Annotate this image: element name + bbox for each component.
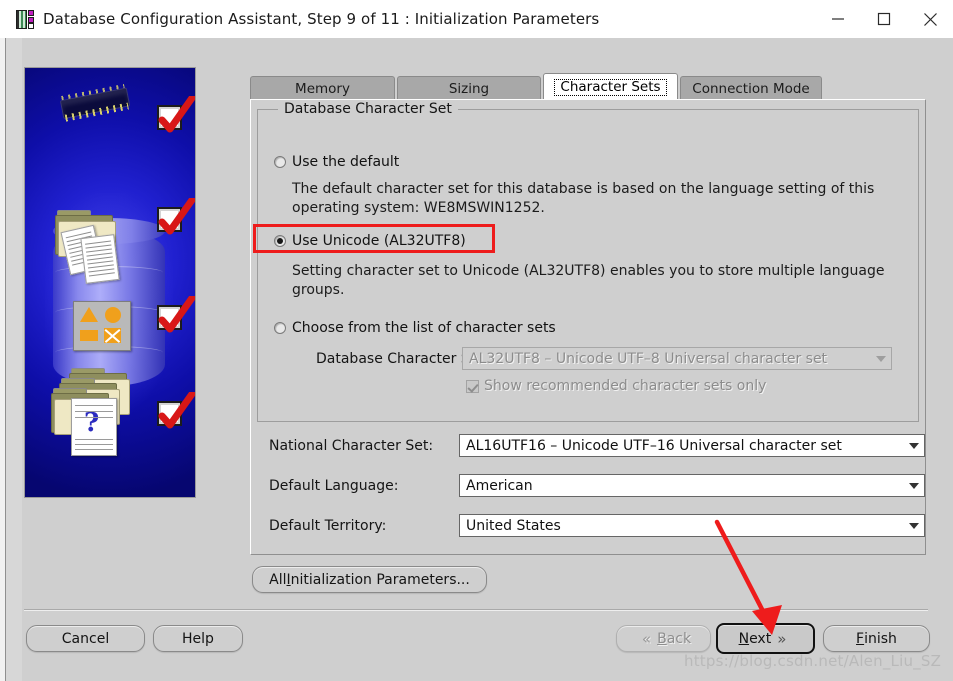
button-label: Cancel: [61, 630, 110, 647]
combo-value: AL32UTF8 – Unicode UTF–8 Universal chara…: [469, 350, 828, 367]
database-app-icon: [16, 9, 34, 29]
radio-label: Choose from the list of character sets: [292, 320, 556, 336]
description-line: groups.: [292, 282, 345, 298]
default-territory-row: Default Territory: United States: [269, 514, 925, 537]
all-initialization-parameters-button[interactable]: All Initialization Parameters...: [252, 566, 487, 593]
database-character-set-label: Database Character Set:: [316, 350, 489, 367]
chevron-down-icon: [909, 442, 919, 449]
tab-label: Character Sets: [554, 78, 667, 96]
radio-label: Use Unicode (AL32UTF8): [292, 233, 466, 249]
default-language-label: Default Language:: [269, 477, 399, 494]
radio-indicator: [274, 322, 286, 334]
tab-connection-mode[interactable]: Connection Mode: [680, 76, 822, 100]
step-complete-checkmark-icon: [157, 96, 195, 133]
step-complete-checkmark-icon: [157, 296, 195, 333]
database-character-set-group: Database Character Set Use the default T…: [257, 101, 919, 422]
combo-value: American: [466, 477, 533, 494]
step-complete-checkmark-icon: [157, 392, 195, 429]
database-character-set-row: Database Character Set: AL32UTF8 – Unico…: [316, 347, 892, 370]
watermark-text: https://blog.csdn.net/Alen_Liu_SZ: [684, 652, 942, 670]
tab-memory[interactable]: Memory: [250, 76, 395, 100]
chevron-down-icon: [876, 355, 886, 362]
button-label-suffix: nitialization Parameters...: [290, 571, 470, 588]
radio-choose-from-list[interactable]: Choose from the list of character sets: [274, 319, 556, 337]
character-sets-panel: Database Character Set Use the default T…: [250, 99, 926, 555]
window-controls: [815, 0, 953, 38]
show-recommended-checkbox: Show recommended character sets only: [466, 378, 766, 394]
objects-shapes-icon: [73, 301, 131, 351]
national-character-set-combo[interactable]: AL16UTF16 – Unicode UTF–16 Universal cha…: [459, 434, 925, 457]
national-character-set-row: National Character Set: AL16UTF16 – Unic…: [269, 434, 925, 457]
close-icon[interactable]: [907, 0, 953, 38]
database-character-set-combo: AL32UTF8 – Unicode UTF–8 Universal chara…: [462, 347, 892, 370]
button-mnemonic: F: [856, 630, 865, 647]
step-complete-checkmark-icon: [157, 198, 195, 235]
group-title: Database Character Set: [278, 101, 458, 117]
combo-value: AL16UTF16 – Unicode UTF–16 Universal cha…: [466, 437, 842, 454]
use-default-description: The default character set for this datab…: [292, 180, 912, 218]
tab-label: Connection Mode: [692, 80, 810, 97]
chevron-down-icon: [909, 522, 919, 529]
title-bar: Database Configuration Assistant, Step 9…: [0, 0, 953, 39]
checkbox-label: Show recommended character sets only: [484, 378, 767, 394]
use-unicode-description: Setting character set to Unicode (AL32UT…: [292, 262, 912, 300]
wizard-banner-image: ?: [24, 67, 196, 498]
footer-divider: [24, 609, 928, 610]
minimize-icon[interactable]: [815, 0, 861, 38]
button-label-suffix: inish: [864, 630, 897, 647]
tab-sizing[interactable]: Sizing: [397, 76, 541, 100]
default-language-row: Default Language: American: [269, 474, 925, 497]
button-label-suffix: ack: [666, 630, 692, 647]
dbca-window: Database Configuration Assistant, Step 9…: [0, 0, 953, 681]
chevron-left-icon: «: [641, 629, 652, 648]
button-mnemonic: N: [738, 630, 750, 647]
maximize-icon[interactable]: [861, 0, 907, 38]
national-character-set-label: National Character Set:: [269, 437, 434, 454]
tab-label: Sizing: [448, 80, 490, 97]
tab-label: Memory: [295, 80, 350, 97]
document-page-icon: [80, 234, 120, 284]
help-document-icon: ?: [71, 398, 117, 456]
description-line: Setting character set to Unicode (AL32UT…: [292, 263, 885, 279]
radio-use-default[interactable]: Use the default: [274, 153, 399, 171]
next-button[interactable]: Next »: [716, 623, 815, 654]
button-mnemonic: B: [657, 630, 667, 647]
checkbox-indicator: [466, 379, 479, 393]
combo-value: United States: [466, 517, 561, 534]
button-label-prefix: All: [269, 571, 287, 588]
radio-use-unicode[interactable]: Use Unicode (AL32UTF8): [274, 232, 466, 250]
memory-chip-icon: [53, 83, 135, 123]
default-language-combo[interactable]: American: [459, 474, 925, 497]
radio-indicator: [274, 156, 286, 168]
default-territory-combo[interactable]: United States: [459, 514, 925, 537]
description-line: operating system: WE8MSWIN1252.: [292, 200, 545, 216]
cancel-button[interactable]: Cancel: [26, 625, 145, 652]
window-title: Database Configuration Assistant, Step 9…: [43, 10, 600, 28]
tab-bar: Memory Sizing Character Sets Connection …: [250, 73, 824, 100]
radio-indicator: [274, 235, 286, 247]
back-button[interactable]: « Back: [616, 625, 711, 652]
finish-button[interactable]: Finish: [823, 625, 930, 652]
help-button[interactable]: Help: [153, 625, 243, 652]
chevron-right-icon: »: [777, 629, 787, 648]
button-label-suffix: ext: [749, 630, 772, 647]
button-label: Help: [182, 630, 214, 647]
default-territory-label: Default Territory:: [269, 517, 387, 534]
chevron-down-icon: [909, 482, 919, 489]
description-line: The default character set for this datab…: [292, 181, 875, 197]
tab-character-sets[interactable]: Character Sets: [543, 73, 678, 100]
radio-label: Use the default: [292, 154, 400, 170]
